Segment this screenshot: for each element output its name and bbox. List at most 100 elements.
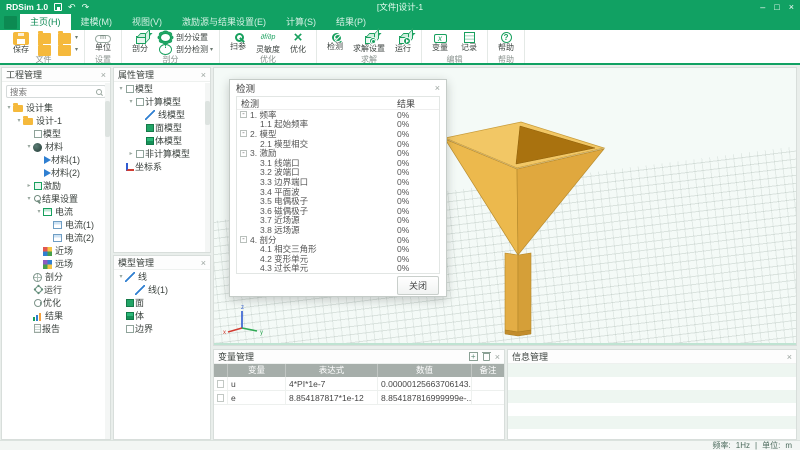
search-input[interactable]: [10, 87, 94, 97]
prop-coordinate-system[interactable]: 坐标系: [114, 160, 210, 173]
expander-icon[interactable]: ▾: [117, 85, 125, 92]
tree-report[interactable]: 报告: [2, 322, 110, 335]
tab-home[interactable]: 主页(H): [20, 12, 71, 30]
dialog-close-button[interactable]: 关闭: [397, 276, 439, 295]
expander-icon[interactable]: -: [240, 236, 247, 243]
sweep-button[interactable]: 扫参: [225, 31, 251, 55]
scroll-thumb[interactable]: [105, 101, 110, 137]
project-scrollbar[interactable]: [105, 83, 110, 439]
recent-files-button[interactable]: ▾: [57, 31, 79, 43]
cube-g-icon: [126, 312, 134, 320]
export-button[interactable]: ▾: [57, 43, 79, 55]
expander-icon[interactable]: ▾: [25, 143, 33, 150]
tree-run[interactable]: 运行: [2, 283, 110, 296]
row-checkbox[interactable]: [217, 394, 224, 402]
row-checkbox[interactable]: [217, 380, 224, 388]
expander-icon[interactable]: ▾: [35, 208, 43, 215]
check-button[interactable]: 检测: [322, 31, 348, 55]
record-button[interactable]: 记录: [456, 31, 482, 55]
mesh-settings-button[interactable]: 剖分设置: [156, 31, 214, 43]
column-variable: 变量: [228, 364, 286, 377]
prop-model[interactable]: ▾ 模型: [114, 82, 210, 95]
app-menu-button[interactable]: [4, 16, 17, 29]
variables-panel-close-icon[interactable]: ×: [495, 352, 500, 362]
expander-icon[interactable]: ▾: [25, 195, 33, 202]
tab-modeling[interactable]: 建模(M): [71, 12, 123, 30]
property-scrollbar[interactable]: [205, 83, 210, 252]
undo-icon[interactable]: ↶: [68, 2, 76, 12]
tree-design-1[interactable]: ▾ 设计-1: [2, 114, 110, 127]
expander-icon[interactable]: ▸: [25, 182, 33, 189]
variable-row-e[interactable]: e 8.854187817*1e-12 8.854187816999999e-.…: [214, 391, 504, 405]
expander-icon[interactable]: ▾: [127, 98, 135, 105]
add-variable-icon[interactable]: [469, 352, 478, 361]
model-solid[interactable]: 体: [114, 309, 210, 322]
tree-result-settings[interactable]: ▾ 结果设置: [2, 192, 110, 205]
model-surface[interactable]: 面: [114, 296, 210, 309]
mesh-button[interactable]: 剖分: [127, 31, 153, 55]
optimize-button[interactable]: 优化: [285, 31, 311, 55]
check-dialog-close-icon[interactable]: ×: [435, 83, 440, 93]
tbl2-icon: [53, 234, 62, 242]
import-button[interactable]: [37, 43, 54, 55]
variable-row-u[interactable]: u 4*PI*1e-7 0.00000125663706143...: [214, 377, 504, 391]
viewport-3d[interactable]: z x y 检测 × 检测 结果 - 1. 频率: [213, 67, 797, 346]
expander-icon[interactable]: -: [240, 111, 247, 118]
expander-icon[interactable]: -: [240, 130, 247, 137]
tree-current-2[interactable]: 电流(2): [2, 231, 110, 244]
expander-icon[interactable]: ▸: [127, 150, 135, 157]
project-panel-close-icon[interactable]: ×: [101, 70, 106, 80]
check-list: - 1. 频率 0% 1.1 起始频率 0% - 2.: [237, 110, 439, 273]
model-boundary[interactable]: 边界: [114, 322, 210, 335]
scroll-thumb[interactable]: [205, 101, 210, 125]
tab-compute[interactable]: 计算(S): [276, 12, 326, 30]
tab-excitation-results[interactable]: 激励源与结果设置(E): [172, 12, 276, 30]
mesh-check-button[interactable]: 剖分检测 ▾: [156, 43, 214, 55]
maximize-button[interactable]: □: [774, 2, 779, 12]
prop-compute-model[interactable]: ▾ 计算模型: [114, 95, 210, 108]
column-value: 数值: [378, 364, 472, 377]
tree-current-1[interactable]: 电流(1): [2, 218, 110, 231]
tree-model[interactable]: 模型: [2, 127, 110, 140]
expander-icon[interactable]: ▾: [5, 104, 13, 111]
model-line[interactable]: ▾ 线: [114, 270, 210, 283]
open-button[interactable]: [37, 31, 54, 43]
minimize-button[interactable]: –: [760, 2, 765, 12]
tab-view[interactable]: 视图(V): [122, 12, 172, 30]
redo-icon[interactable]: ↷: [82, 2, 90, 12]
help-button[interactable]: 帮助: [493, 31, 519, 55]
variables-button[interactable]: 变量: [427, 31, 453, 55]
run-button[interactable]: 运行: [390, 31, 416, 55]
tree-material-1[interactable]: 材料(1): [2, 153, 110, 166]
tree-material[interactable]: ▾ 材料: [2, 140, 110, 153]
tree-excitation[interactable]: ▸ 激励: [2, 179, 110, 192]
model-panel-close-icon[interactable]: ×: [201, 258, 206, 268]
solver-settings-button[interactable]: 求解设置: [351, 31, 387, 55]
expander-icon[interactable]: ▾: [117, 273, 125, 280]
tree-far-field[interactable]: 远场: [2, 257, 110, 270]
units-button[interactable]: 单位: [90, 31, 116, 55]
tree-optimize[interactable]: 优化: [2, 296, 110, 309]
model-line-1[interactable]: 线(1): [114, 283, 210, 296]
prop-noncompute-model[interactable]: ▸ 非计算模型: [114, 147, 210, 160]
tree-results[interactable]: 结果: [2, 309, 110, 322]
prop-line-model[interactable]: 线模型: [114, 108, 210, 121]
tree-material-2[interactable]: 材料(2): [2, 166, 110, 179]
property-panel-close-icon[interactable]: ×: [201, 70, 206, 80]
tree-near-field[interactable]: 近场: [2, 244, 110, 257]
expander-icon[interactable]: ▾: [15, 117, 23, 124]
expander-icon[interactable]: -: [240, 150, 247, 157]
document-title: [文件]设计-1: [0, 1, 800, 13]
prop-solid-model[interactable]: 体模型: [114, 134, 210, 147]
sensitivity-button[interactable]: 灵敏度: [254, 31, 282, 55]
prop-surface-model[interactable]: 面模型: [114, 121, 210, 134]
quick-save-icon[interactable]: [54, 3, 62, 11]
tree-design-set[interactable]: ▾ 设计集: [2, 101, 110, 114]
tree-mesh[interactable]: 剖分: [2, 270, 110, 283]
save-button[interactable]: 保存: [8, 31, 34, 55]
delete-variable-icon[interactable]: [483, 353, 490, 361]
tree-current[interactable]: ▾ 电流: [2, 205, 110, 218]
info-panel-close-icon[interactable]: ×: [787, 352, 792, 362]
tab-results[interactable]: 结果(P): [326, 12, 376, 30]
close-button[interactable]: ×: [789, 2, 794, 12]
